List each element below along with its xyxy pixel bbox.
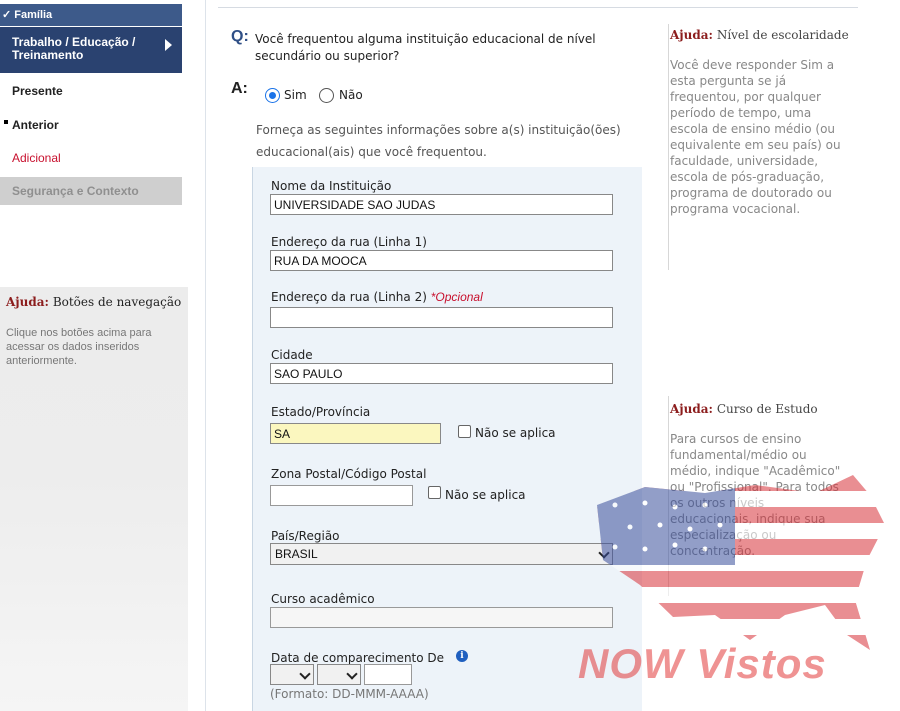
date-month-select[interactable] <box>317 664 361 685</box>
radio-yes-label[interactable]: Sim <box>284 88 307 102</box>
answer-label: A: <box>231 80 248 97</box>
date-label: Data de comparecimento De <box>271 651 445 665</box>
sidebar-item-family[interactable]: ✓ Família <box>0 4 182 26</box>
optional-note: *Opcional <box>430 290 483 304</box>
course-input[interactable] <box>270 607 613 628</box>
zip-label: Zona Postal/Código Postal <box>271 467 427 481</box>
education-level-help: Ajuda: Nível de escolaridade Você deve r… <box>670 27 860 217</box>
sidebar-item-previous[interactable]: Anterior <box>12 118 59 132</box>
date-year-input[interactable] <box>364 664 412 685</box>
street2-label: Endereço da rua (Linha 2) *Opcional <box>271 290 483 304</box>
state-input[interactable]: SA <box>270 423 441 444</box>
country-select[interactable]: BRASIL <box>270 543 613 565</box>
current-bullet-icon <box>4 120 8 124</box>
city-input[interactable]: SAO PAULO <box>270 363 613 384</box>
help-title: Ajuda: Nível de escolaridade <box>670 28 849 42</box>
nav-buttons-help: Ajuda: Botões de navegação Clique nos bo… <box>0 287 188 711</box>
sidebar-item-security: Segurança e Contexto <box>0 177 182 205</box>
zip-input[interactable] <box>270 485 413 506</box>
chevron-down-icon <box>299 668 311 680</box>
institution-input[interactable]: UNIVERSIDADE SAO JUDAS <box>270 194 613 215</box>
help-text: Clique nos botões acima para acessar os … <box>6 327 152 367</box>
info-icon[interactable]: i <box>456 650 468 662</box>
chevron-down-icon <box>598 547 610 559</box>
street2-input[interactable] <box>270 307 613 328</box>
divider <box>218 7 858 8</box>
zip-na-label[interactable]: Não se aplica <box>445 488 526 502</box>
help-title: Ajuda: Botões de navegação <box>6 295 182 309</box>
question-text: Você frequentou alguma instituição educa… <box>255 32 596 63</box>
radio-no-label[interactable]: Não <box>339 88 363 102</box>
instructions-text: Forneça as seguintes informações sobre a… <box>256 123 621 159</box>
radio-yes[interactable] <box>265 88 280 103</box>
state-label: Estado/Província <box>271 405 371 419</box>
help-text: Você deve responder Sim a esta pergunta … <box>670 58 841 216</box>
help-divider <box>668 24 669 270</box>
education-form: Nome da Instituição UNIVERSIDADE SAO JUD… <box>252 167 642 711</box>
date-format-hint: (Formato: DD-MMM-AAAA) <box>270 687 429 701</box>
date-day-select[interactable] <box>270 664 314 685</box>
sidebar-nav: ✓ Família Trabalho / Educação / Treiname… <box>0 0 188 711</box>
country-selected-value: BRASIL <box>275 547 318 561</box>
help-divider <box>668 396 669 596</box>
sidebar-item-present[interactable]: Presente <box>12 84 63 98</box>
watermark-text: NOW Vistos <box>578 640 827 687</box>
course-help: Ajuda: Curso de Estudo Para cursos de en… <box>670 401 860 559</box>
institution-label: Nome da Instituição <box>271 179 392 193</box>
sidebar-item-work-education[interactable]: Trabalho / Educação / Treinamento <box>0 27 182 73</box>
course-label: Curso acadêmico <box>271 592 375 606</box>
help-text: Para cursos de ensino fundamental/médio … <box>670 432 841 558</box>
street1-input[interactable]: RUA DA MOOCA <box>270 250 613 271</box>
help-title: Ajuda: Curso de Estudo <box>670 402 818 416</box>
state-na-checkbox[interactable] <box>458 425 471 438</box>
zip-na-checkbox[interactable] <box>428 486 441 499</box>
question-label: Q: <box>231 28 249 45</box>
sidebar-item-label: Treinamento <box>12 48 84 62</box>
chevron-right-icon <box>165 39 172 51</box>
street1-label: Endereço da rua (Linha 1) <box>271 235 427 249</box>
city-label: Cidade <box>271 348 313 362</box>
chevron-down-icon <box>346 668 358 680</box>
radio-no[interactable] <box>319 88 334 103</box>
main-content: Q: Você frequentou alguma instituição ed… <box>205 0 877 711</box>
sidebar-item-additional[interactable]: Adicional <box>12 151 61 165</box>
state-na-label[interactable]: Não se aplica <box>475 426 556 440</box>
country-label: País/Região <box>271 529 340 543</box>
